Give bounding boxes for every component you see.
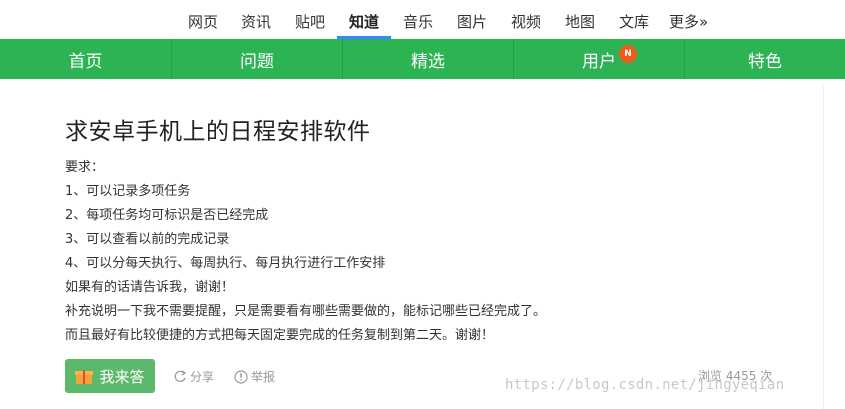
report-label: 举报	[251, 370, 276, 384]
answer-button-label: 我来答	[99, 367, 145, 386]
question-line: 补充说明一下我不需要提醒，只是需要看有哪些需要做的，能标记哪些已经完成了。	[65, 304, 547, 319]
nav-item-images[interactable]: 图片	[457, 11, 487, 32]
share-label: 分享	[190, 370, 215, 384]
new-badge: N	[619, 45, 637, 63]
question-content: 求安卓手机上的日程安排软件 要求： 1、可以记录多项任务 2、每项任务均可标识是…	[0, 79, 845, 409]
section-users[interactable]: 用户 N	[514, 39, 685, 79]
question-line: 而且最好有比较便捷的方式把每天固定要完成的任务复制到第二天。谢谢！	[65, 328, 495, 343]
answer-button[interactable]: 我来答	[65, 359, 155, 393]
section-special[interactable]: 特色	[685, 39, 845, 79]
question-line: 4、可以分每天执行、每周执行、每月执行进行工作安排	[65, 256, 386, 271]
section-home-label: 首页	[68, 51, 103, 72]
section-home[interactable]: 首页	[0, 39, 172, 79]
question-line: 1、可以记录多项任务	[65, 184, 191, 199]
warning-icon	[234, 369, 248, 384]
question-line: 3、可以查看以前的完成记录	[65, 232, 230, 247]
section-users-label: 用户	[582, 51, 616, 72]
section-questions[interactable]: 问题	[172, 39, 343, 79]
nav-item-tieba[interactable]: 贴吧	[295, 11, 325, 32]
nav-item-map[interactable]: 地图	[565, 11, 595, 32]
section-featured-label: 精选	[411, 51, 445, 72]
question-line: 如果有的话请告诉我，谢谢！	[65, 280, 235, 295]
section-nav: 首页 问题 精选 用户 N 特色	[0, 39, 845, 79]
question-line: 要求：	[65, 160, 105, 175]
nav-item-wenku[interactable]: 文库	[619, 11, 649, 32]
nav-item-web[interactable]: 网页	[188, 11, 218, 32]
top-nav: 网页 资讯 贴吧 知道 音乐 图片 视频 地图 文库 更多»	[0, 0, 845, 40]
nav-item-music[interactable]: 音乐	[403, 11, 433, 32]
share-icon	[174, 370, 187, 382]
question-line: 2、每项任务均可标识是否已经完成	[65, 208, 269, 223]
report-link[interactable]: 举报	[234, 368, 275, 385]
watermark: https://blog.csdn.net/jingyeqian	[505, 377, 785, 393]
section-special-label: 特色	[748, 51, 782, 72]
section-questions-label: 问题	[240, 51, 274, 72]
nav-item-more[interactable]: 更多»	[669, 11, 708, 32]
share-link[interactable]: 分享	[174, 368, 214, 385]
gift-icon	[75, 368, 94, 384]
nav-item-video[interactable]: 视频	[511, 11, 541, 32]
nav-item-zhidao[interactable]: 知道	[349, 11, 379, 32]
question-title: 求安卓手机上的日程安排软件	[65, 119, 371, 145]
section-featured[interactable]: 精选	[343, 39, 514, 79]
nav-item-news[interactable]: 资讯	[241, 11, 271, 32]
